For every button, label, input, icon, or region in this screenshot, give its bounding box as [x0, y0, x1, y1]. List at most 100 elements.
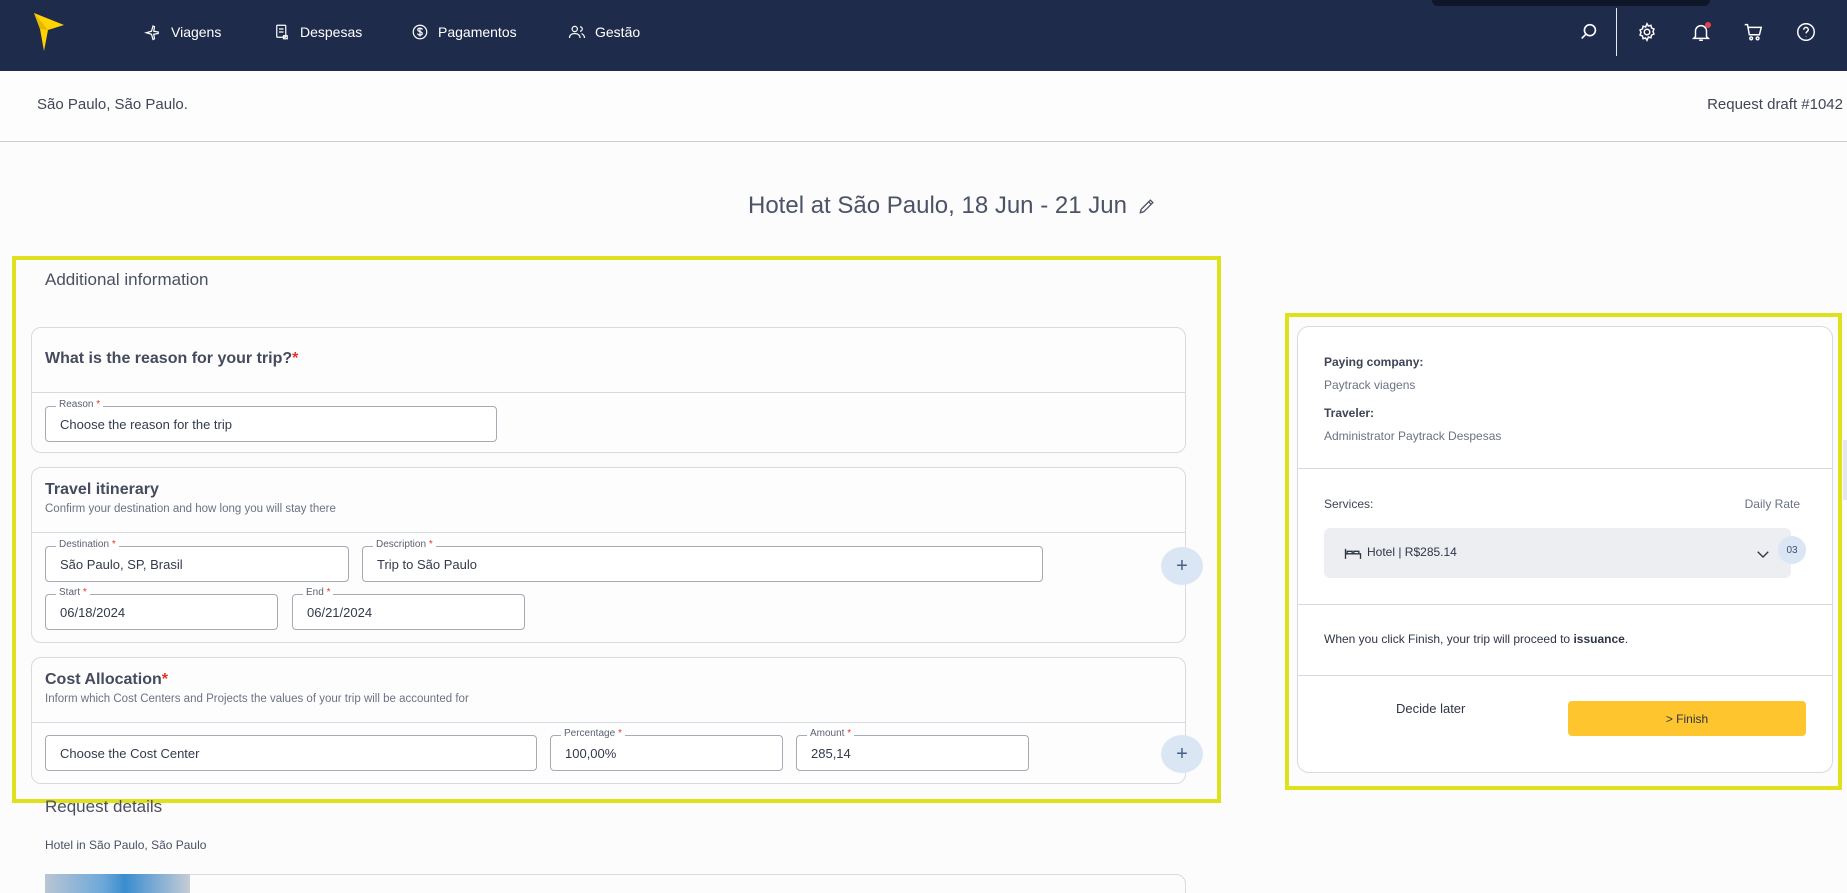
finish-note-suffix: .: [1624, 632, 1629, 646]
destination-asterisk: *: [111, 539, 116, 550]
end-value: 06/21/2024: [307, 605, 373, 620]
nav-viagens[interactable]: Viagens: [144, 22, 221, 42]
nav-divider: [1616, 8, 1617, 56]
search-button[interactable]: [1578, 21, 1600, 43]
notification-dot: [1705, 22, 1711, 28]
summary-divider-2: [1298, 604, 1832, 605]
itinerary-subtitle: Confirm your destination and how long yo…: [45, 503, 336, 515]
nav-pagamentos-label: Pagamentos: [438, 24, 517, 40]
nav-gestao[interactable]: Gestão: [568, 22, 640, 42]
nav-pagamentos[interactable]: Pagamentos: [411, 22, 517, 42]
start-label-text: Start: [59, 587, 81, 598]
paying-company-label: Paying company:: [1324, 355, 1424, 369]
cost-center-select[interactable]: Choose the Cost Center: [45, 735, 537, 771]
notifications-button[interactable]: [1690, 21, 1712, 43]
traveler-value: Administrator Paytrack Despesas: [1324, 429, 1502, 443]
itinerary-card: Travel itinerary Confirm your destinatio…: [31, 467, 1186, 643]
cost-allocation-card: Cost Allocation* Inform which Cost Cente…: [31, 657, 1186, 784]
finish-note-bold: issuance: [1573, 632, 1625, 646]
percentage-field[interactable]: Percentage * 100,00%: [550, 728, 783, 771]
end-label-text: End: [306, 587, 324, 598]
decide-later-button[interactable]: Decide later: [1396, 701, 1465, 716]
cart-icon: [1744, 23, 1763, 41]
description-value: Trip to São Paulo: [377, 557, 477, 572]
description-asterisk: *: [428, 539, 433, 550]
reason-required-mark: *: [292, 350, 299, 367]
request-details-title: Request details: [45, 797, 163, 816]
end-date-field[interactable]: End * 06/21/2024: [292, 587, 525, 630]
page-title: Hotel at São Paulo, 18 Jun - 21 Jun: [748, 192, 1127, 219]
scrollbar-thumb[interactable]: [1843, 440, 1847, 500]
percentage-asterisk: *: [617, 728, 622, 739]
amount-label-text: Amount: [810, 728, 845, 739]
description-label-text: Description: [376, 539, 427, 550]
settings-button[interactable]: [1636, 21, 1658, 43]
logo-icon[interactable]: [34, 13, 64, 51]
reason-divider: [32, 392, 1185, 393]
start-date-field[interactable]: Start * 06/18/2024: [45, 587, 278, 630]
pencil-icon[interactable]: [1137, 196, 1157, 216]
users-icon: [568, 25, 586, 39]
end-label: End *: [303, 587, 334, 598]
request-details-subtitle: Hotel in São Paulo, São Paulo: [45, 838, 207, 852]
help-button[interactable]: [1795, 21, 1817, 43]
percentage-label-text: Percentage: [564, 728, 616, 739]
destination-label: Destination *: [56, 539, 119, 550]
amount-field[interactable]: Amount * 285,14: [796, 728, 1029, 771]
cost-required-mark: *: [161, 671, 168, 688]
request-draft-label: Request draft #1042: [1707, 96, 1843, 113]
add-destination-button[interactable]: +: [1161, 547, 1203, 585]
summary-panel: Paying company: Paytrack viagens Travele…: [1297, 326, 1833, 773]
amount-label: Amount *: [807, 728, 855, 739]
service-hotel-row[interactable]: Hotel | R$285.14: [1324, 528, 1791, 578]
location-label: São Paulo, São Paulo.: [37, 96, 188, 113]
itinerary-divider: [32, 532, 1185, 533]
summary-divider-3: [1298, 675, 1832, 676]
sub-header: São Paulo, São Paulo. Request draft #104…: [0, 71, 1847, 142]
destination-value: São Paulo, SP, Brasil: [60, 557, 183, 572]
additional-info-heading: Additional information: [45, 270, 209, 289]
cost-subtitle: Inform which Cost Centers and Projects t…: [45, 693, 469, 705]
cart-button[interactable]: [1742, 21, 1764, 43]
start-value: 06/18/2024: [60, 605, 126, 620]
service-hotel-text: Hotel | R$285.14: [1367, 545, 1457, 559]
reason-field-label: Reason *: [56, 399, 104, 410]
reason-select[interactable]: Reason * Choose the reason for the trip: [45, 399, 497, 442]
destination-label-text: Destination: [59, 539, 110, 550]
plane-icon: [144, 25, 159, 41]
nav-gestao-label: Gestão: [595, 24, 641, 40]
reason-asterisk: *: [96, 399, 101, 410]
cost-divider: [32, 722, 1185, 723]
traveler-label: Traveler:: [1324, 406, 1375, 420]
chevron-down-icon[interactable]: [1754, 545, 1772, 563]
destination-field[interactable]: Destination * São Paulo, SP, Brasil: [45, 539, 349, 582]
search-icon: [1581, 23, 1597, 40]
reason-card: What is the reason for your trip?* Reaso…: [31, 327, 1186, 453]
nav-despesas-label: Despesas: [300, 24, 363, 40]
itinerary-title: Travel itinerary: [45, 481, 159, 498]
add-cost-center-button[interactable]: +: [1161, 735, 1203, 773]
nav-viagens-label: Viagens: [171, 24, 222, 40]
help-icon: [1797, 23, 1815, 41]
percentage-label: Percentage *: [561, 728, 625, 739]
services-label: Services:: [1324, 497, 1374, 511]
daily-count-badge: 03: [1778, 536, 1806, 564]
end-asterisk: *: [326, 587, 331, 598]
reason-title: What is the reason for your trip?*: [45, 350, 298, 368]
paying-company-value: Paytrack viagens: [1324, 378, 1416, 392]
summary-divider-1: [1298, 468, 1832, 469]
cost-center-placeholder: Choose the Cost Center: [60, 746, 200, 761]
start-label: Start *: [56, 587, 90, 598]
finish-button[interactable]: > Finish: [1568, 701, 1806, 736]
description-field[interactable]: Description * Trip to São Paulo: [362, 539, 1043, 582]
description-label: Description *: [373, 539, 436, 550]
hotel-details-card: [45, 874, 1186, 893]
reason-title-text: What is the reason for your trip?: [45, 350, 293, 367]
hotel-thumbnail: [45, 874, 190, 893]
start-asterisk: *: [82, 587, 87, 598]
finish-note-prefix: When you click Finish, your trip will pr…: [1324, 632, 1571, 646]
amount-asterisk: *: [847, 728, 852, 739]
dollar-circle-icon: [412, 24, 428, 40]
bed-icon: [1344, 548, 1362, 559]
nav-despesas[interactable]: Despesas: [273, 22, 362, 42]
